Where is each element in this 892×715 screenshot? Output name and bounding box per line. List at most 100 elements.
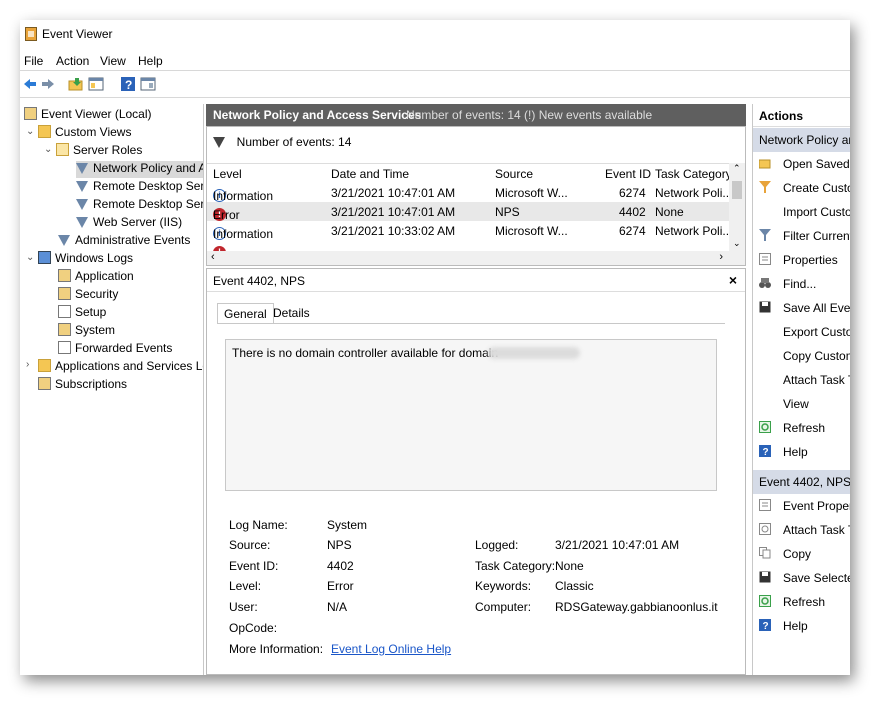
table-row[interactable]: i Information 3/21/2021 10:33:02 AM Micro…: [207, 221, 732, 241]
scroll-thumb[interactable]: [732, 181, 742, 199]
event-viewer-icon: [25, 27, 37, 41]
event-log-online-help-link[interactable]: Event Log Online Help: [331, 642, 451, 656]
menu-help[interactable]: Help: [138, 54, 163, 68]
action-attach-task-log[interactable]: Attach Task To: [753, 370, 850, 392]
tree-network-policy[interactable]: Network Policy and A: [76, 161, 204, 178]
filter-icon: [759, 181, 771, 193]
scroll-left-icon[interactable]: ‹: [211, 251, 215, 263]
chevron-down-icon[interactable]: ⌄: [44, 144, 52, 155]
detail-header: Event 4402, NPS ×: [207, 269, 745, 292]
tree-subscriptions-label: Subscriptions: [55, 377, 128, 391]
action-properties[interactable]: Properties: [753, 250, 850, 272]
action-help-event[interactable]: ? Help: [753, 616, 850, 638]
action-find[interactable]: Find...: [753, 274, 850, 296]
action-copy[interactable]: Copy: [753, 544, 850, 566]
scroll-up-icon[interactable]: ⌃: [733, 163, 741, 174]
action-refresh-event[interactable]: Refresh: [753, 592, 850, 614]
action-label: Help: [783, 619, 808, 633]
actions-header-label: Actions: [759, 109, 804, 123]
tree-security-label: Security: [75, 287, 119, 301]
column-level[interactable]: Level: [213, 167, 242, 181]
tree-server-roles[interactable]: Server Roles: [56, 143, 142, 160]
tree-root[interactable]: Event Viewer (Local): [24, 107, 152, 124]
action-save-selected-events[interactable]: Save Selected: [753, 568, 850, 590]
tree-administrative-events[interactable]: Administrative Events: [58, 233, 190, 250]
date-cell: 3/21/2021 10:47:01 AM: [331, 186, 456, 200]
chevron-right-icon[interactable]: ›: [26, 359, 29, 370]
actions-section-event[interactable]: Event 4402, NPS: [753, 470, 850, 494]
task-cell: Network Poli...: [655, 186, 733, 200]
event-detail-pane: Event 4402, NPS × General Details There …: [206, 268, 746, 675]
action-import-custom-view[interactable]: Import Custor: [753, 202, 850, 224]
action-refresh[interactable]: Refresh: [753, 418, 850, 440]
actions-section-log[interactable]: Network Policy and: [753, 128, 850, 152]
tree-apps-services[interactable]: Applications and Services Log: [38, 359, 203, 376]
action-label: Copy: [783, 547, 812, 561]
tree-windows-logs[interactable]: Windows Logs: [38, 251, 133, 268]
list-horizontal-scrollbar[interactable]: ‹ ›: [207, 251, 745, 265]
action-create-custom-view[interactable]: Create Custon: [753, 178, 850, 200]
action-label: Export Custon: [783, 325, 850, 339]
tree-system[interactable]: System: [58, 323, 115, 340]
scroll-down-icon[interactable]: ⌄: [733, 238, 741, 249]
action-attach-task-event[interactable]: Attach Task To: [753, 520, 850, 542]
action-label: Filter Current: [783, 229, 850, 243]
tree-forwarded-events[interactable]: Forwarded Events: [58, 341, 172, 358]
console-tree-icon[interactable]: [88, 76, 104, 92]
column-source[interactable]: Source: [495, 167, 533, 181]
action-label: Attach Task To: [783, 523, 850, 537]
back-arrow-icon[interactable]: [22, 76, 38, 92]
tree-remote-desktop-2[interactable]: Remote Desktop Serv: [76, 197, 203, 214]
properties-view-icon[interactable]: [140, 76, 156, 92]
tree-custom-views[interactable]: Custom Views: [38, 125, 131, 142]
chevron-down-icon[interactable]: ⌄: [26, 252, 34, 263]
column-date[interactable]: Date and Time: [331, 167, 409, 181]
action-copy-custom-view[interactable]: Copy Custom: [753, 346, 850, 368]
tree-application[interactable]: Application: [58, 269, 134, 286]
tree-network-policy-label: Network Policy and A: [93, 161, 204, 175]
forward-arrow-icon[interactable]: [40, 76, 56, 92]
label-computer: Computer:: [475, 600, 532, 614]
actions-pane: Actions Network Policy and Open Saved L …: [752, 104, 850, 675]
table-row[interactable]: ! Error 3/21/2021 10:47:01 AM NPS 4402 No…: [207, 202, 729, 222]
tree-server-roles-label: Server Roles: [73, 143, 143, 157]
tree-setup[interactable]: Setup: [58, 305, 106, 322]
help-icon: ?: [759, 445, 771, 457]
menu-file[interactable]: File: [24, 54, 43, 68]
action-filter-current-log[interactable]: Filter Current: [753, 226, 850, 248]
value-source: NPS: [327, 538, 352, 552]
action-help[interactable]: ? Help: [753, 442, 850, 464]
action-view[interactable]: View: [753, 394, 850, 416]
tab-general[interactable]: General: [217, 303, 274, 324]
action-event-properties[interactable]: Event Properti: [753, 496, 850, 518]
label-task-category: Task Category:: [475, 559, 556, 573]
action-export-custom-view[interactable]: Export Custon: [753, 322, 850, 344]
actions-section-log-label: Network Policy and: [759, 133, 850, 147]
list-vertical-scrollbar[interactable]: ⌃ ⌄: [729, 163, 745, 251]
toolbar: ?: [20, 70, 850, 98]
tree-web-server[interactable]: Web Server (IIS): [76, 215, 182, 232]
tree-subscriptions[interactable]: Subscriptions: [38, 377, 127, 394]
menu-action[interactable]: Action: [56, 54, 89, 68]
folder-open-icon: [56, 143, 69, 156]
chevron-down-icon[interactable]: ⌄: [26, 126, 34, 137]
close-icon[interactable]: ×: [729, 272, 737, 288]
menu-view[interactable]: View: [100, 54, 126, 68]
event-description-box[interactable]: There is no domain controller available …: [225, 339, 717, 491]
column-task-category[interactable]: Task Category: [655, 167, 732, 181]
tree-security[interactable]: Security: [58, 287, 118, 304]
column-event-id[interactable]: Event ID: [605, 167, 651, 181]
tree-root-label: Event Viewer (Local): [41, 107, 152, 121]
table-row-partial[interactable]: !: [207, 240, 729, 251]
tab-details[interactable]: Details: [267, 303, 316, 323]
tree-custom-views-label: Custom Views: [55, 125, 132, 139]
action-save-all-events[interactable]: Save All Event: [753, 298, 850, 320]
open-folder-icon[interactable]: [68, 76, 84, 92]
scroll-right-icon[interactable]: ›: [719, 251, 723, 263]
help-icon[interactable]: ?: [120, 76, 136, 92]
action-open-saved-log[interactable]: Open Saved L: [753, 154, 850, 176]
tree-remote-desktop-1[interactable]: Remote Desktop Serv: [76, 179, 203, 196]
table-row[interactable]: i Information 3/21/2021 10:47:01 AM Micro…: [207, 183, 733, 203]
subscriptions-icon: [38, 377, 51, 390]
filter-icon: [76, 217, 88, 228]
